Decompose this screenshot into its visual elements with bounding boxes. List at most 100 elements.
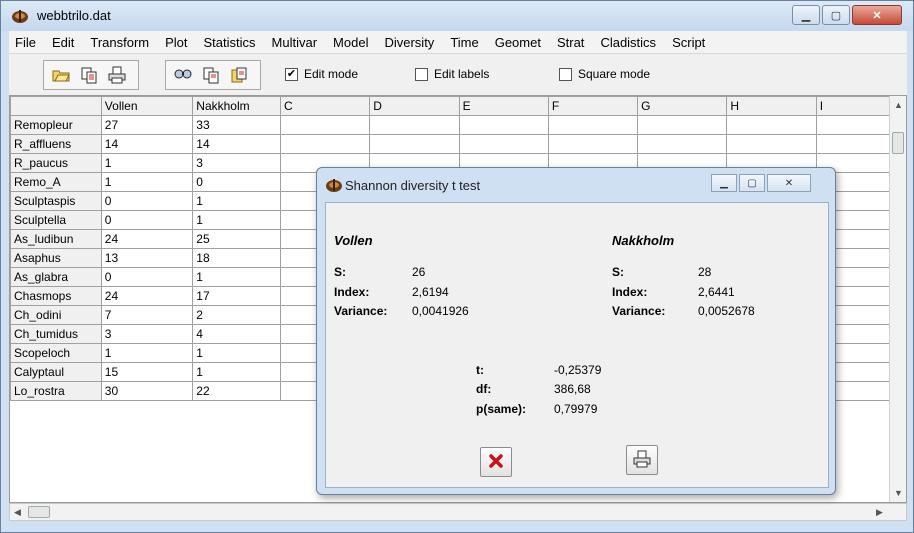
menu-plot[interactable]: Plot xyxy=(159,35,193,50)
find-icon[interactable] xyxy=(171,63,195,87)
horizontal-scroll-thumb[interactable] xyxy=(28,506,50,518)
cell-vollen[interactable]: 0 xyxy=(100,210,194,230)
row-header[interactable]: Ch_odini xyxy=(10,305,102,325)
dialog-maximize-button[interactable]: ▢ xyxy=(739,174,765,192)
cell-nakkholm[interactable]: 2 xyxy=(192,305,282,325)
cell-nakkholm[interactable]: 17 xyxy=(192,286,282,306)
cell-vollen[interactable]: 0 xyxy=(100,267,194,287)
copy-data-icon[interactable] xyxy=(77,63,101,87)
scroll-left-icon[interactable]: ◀ xyxy=(14,507,21,518)
edit-labels-checkbox[interactable]: Edit labels xyxy=(415,67,489,81)
cancel-button[interactable] xyxy=(480,447,512,477)
cell-empty[interactable] xyxy=(280,134,371,154)
cell-empty[interactable] xyxy=(637,115,728,135)
vertical-scrollbar[interactable]: ▲ ▼ xyxy=(889,96,906,502)
cell-vollen[interactable]: 13 xyxy=(100,248,194,268)
row-header[interactable]: Remo_A xyxy=(10,172,102,192)
cell-empty[interactable] xyxy=(458,134,549,154)
cell-empty[interactable] xyxy=(726,115,817,135)
row-header[interactable]: Asaphus xyxy=(10,248,102,268)
cell-vollen[interactable]: 14 xyxy=(100,134,194,154)
cell-nakkholm[interactable]: 1 xyxy=(192,362,282,382)
cell-nakkholm[interactable]: 0 xyxy=(192,172,282,192)
cell-nakkholm[interactable]: 33 xyxy=(192,115,282,135)
row-header[interactable]: Remopleur xyxy=(10,115,102,135)
cell-nakkholm[interactable]: 3 xyxy=(192,153,282,173)
cell-vollen[interactable]: 24 xyxy=(100,286,194,306)
paste-special-icon[interactable] xyxy=(227,63,251,87)
horizontal-scrollbar[interactable]: ◀ ▶ xyxy=(9,503,907,521)
vertical-scroll-thumb[interactable] xyxy=(892,132,904,154)
column-header[interactable]: Nakkholm xyxy=(192,96,282,116)
paste-icon[interactable] xyxy=(199,63,223,87)
cell-nakkholm[interactable]: 1 xyxy=(192,210,282,230)
cell-vollen[interactable]: 0 xyxy=(100,191,194,211)
row-header[interactable]: R_paucus xyxy=(10,153,102,173)
cell-empty[interactable] xyxy=(726,134,817,154)
cell-vollen[interactable]: 24 xyxy=(100,229,194,249)
cell-vollen[interactable]: 1 xyxy=(100,172,194,192)
row-header[interactable]: Ch_tumidus xyxy=(10,324,102,344)
print-icon[interactable] xyxy=(105,63,129,87)
cell-nakkholm[interactable]: 1 xyxy=(192,191,282,211)
cell-empty[interactable] xyxy=(547,115,639,135)
edit-mode-check-icon[interactable]: ✔ xyxy=(285,67,298,81)
edit-labels-check-icon[interactable] xyxy=(415,67,428,81)
column-header[interactable]: D xyxy=(369,96,460,116)
open-icon[interactable] xyxy=(49,63,73,87)
cell-empty[interactable] xyxy=(369,134,460,154)
minimize-button[interactable]: ▁ xyxy=(792,5,820,25)
row-header[interactable]: As_ludibun xyxy=(10,229,102,249)
column-header[interactable]: C xyxy=(280,96,371,116)
row-header[interactable]: As_glabra xyxy=(10,267,102,287)
row-header[interactable]: Scopeloch xyxy=(10,343,102,363)
corner-cell[interactable] xyxy=(10,96,102,116)
cell-nakkholm[interactable]: 25 xyxy=(192,229,282,249)
cell-nakkholm[interactable]: 4 xyxy=(192,324,282,344)
menu-model[interactable]: Model xyxy=(327,35,374,50)
column-header[interactable]: E xyxy=(458,96,549,116)
cell-empty[interactable] xyxy=(547,134,639,154)
cell-vollen[interactable]: 7 xyxy=(100,305,194,325)
maximize-button[interactable]: ▢ xyxy=(822,5,850,25)
menu-strat[interactable]: Strat xyxy=(551,35,590,50)
dialog-close-button[interactable]: ✕ xyxy=(767,174,811,192)
cell-vollen[interactable]: 1 xyxy=(100,343,194,363)
row-header[interactable]: Chasmops xyxy=(10,286,102,306)
cell-nakkholm[interactable]: 1 xyxy=(192,267,282,287)
row-header[interactable]: Sculptaspis xyxy=(10,191,102,211)
menu-cladistics[interactable]: Cladistics xyxy=(594,35,662,50)
menu-transform[interactable]: Transform xyxy=(84,35,155,50)
column-header[interactable]: F xyxy=(547,96,639,116)
row-header[interactable]: Lo_rostra xyxy=(10,381,102,401)
menu-statistics[interactable]: Statistics xyxy=(198,35,262,50)
cell-nakkholm[interactable]: 18 xyxy=(192,248,282,268)
row-header[interactable]: Sculptella xyxy=(10,210,102,230)
cell-vollen[interactable]: 30 xyxy=(100,381,194,401)
menu-geomet[interactable]: Geomet xyxy=(489,35,547,50)
cell-nakkholm[interactable]: 14 xyxy=(192,134,282,154)
cell-empty[interactable] xyxy=(280,115,371,135)
cell-nakkholm[interactable]: 22 xyxy=(192,381,282,401)
row-header[interactable]: R_affluens xyxy=(10,134,102,154)
menu-edit[interactable]: Edit xyxy=(46,35,80,50)
cell-vollen[interactable]: 15 xyxy=(100,362,194,382)
scroll-right-icon[interactable]: ▶ xyxy=(876,507,883,518)
cell-empty[interactable] xyxy=(369,115,460,135)
menu-file[interactable]: File xyxy=(9,35,42,50)
scroll-down-icon[interactable]: ▼ xyxy=(894,488,903,498)
menu-time[interactable]: Time xyxy=(444,35,484,50)
cell-nakkholm[interactable]: 1 xyxy=(192,343,282,363)
menu-script[interactable]: Script xyxy=(666,35,711,50)
square-mode-checkbox[interactable]: Square mode xyxy=(559,67,650,81)
cell-vollen[interactable]: 27 xyxy=(100,115,194,135)
square-mode-check-icon[interactable] xyxy=(559,67,572,81)
close-button[interactable]: ✕ xyxy=(852,5,902,25)
dialog-minimize-button[interactable]: ▁ xyxy=(711,174,737,192)
row-header[interactable]: Calyptaul xyxy=(10,362,102,382)
menu-diversity[interactable]: Diversity xyxy=(378,35,440,50)
cell-empty[interactable] xyxy=(458,115,549,135)
cell-vollen[interactable]: 1 xyxy=(100,153,194,173)
column-header[interactable]: H xyxy=(726,96,817,116)
scroll-up-icon[interactable]: ▲ xyxy=(894,100,903,110)
